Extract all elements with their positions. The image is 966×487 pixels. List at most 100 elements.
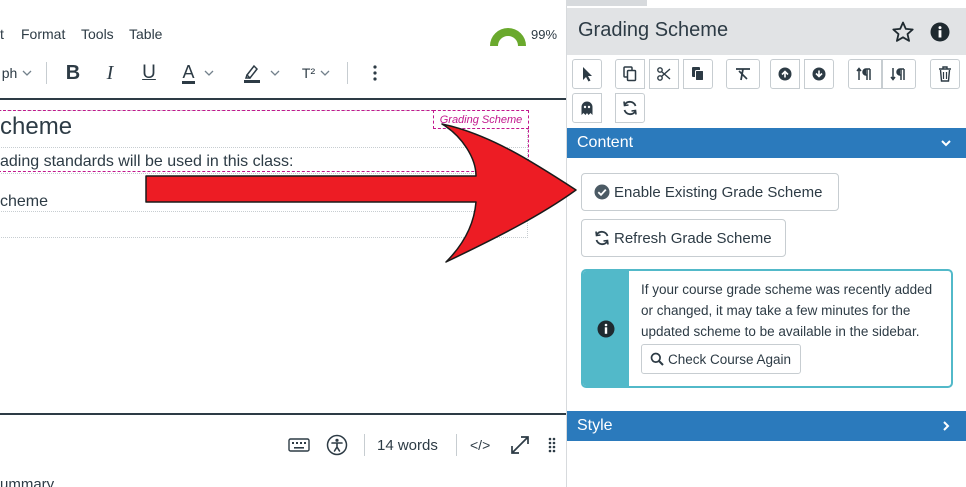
document-paragraph[interactable]: ading standards will be used in this cla… — [0, 153, 294, 171]
info-icon — [597, 320, 615, 337]
fullscreen-button[interactable] — [509, 430, 533, 460]
copy-button[interactable] — [615, 59, 645, 89]
style-section-header[interactable]: Style — [567, 411, 966, 441]
insert-paragraph-after-button[interactable] — [882, 59, 916, 89]
highlight-icon — [243, 64, 260, 83]
html-editor-toggle[interactable]: </> — [470, 430, 490, 460]
sidebar-title: Grading Scheme — [578, 19, 729, 41]
fullscreen-icon — [511, 436, 529, 454]
clear-formatting-button[interactable] — [726, 59, 760, 89]
italic-icon: I — [106, 61, 114, 84]
copy-icon — [623, 66, 637, 82]
document-scheme-line[interactable]: cheme — [0, 193, 48, 211]
block-format-dropdown[interactable]: ph — [0, 58, 34, 88]
hide-block-button[interactable] — [572, 93, 602, 123]
refresh-grade-scheme-button[interactable]: Refresh Grade Scheme — [581, 219, 786, 257]
more-icon — [373, 65, 377, 81]
content-section-header[interactable]: Content — [567, 128, 966, 158]
underline-button[interactable]: U — [138, 58, 160, 88]
menu-format[interactable]: Format — [21, 26, 65, 42]
check-circle-icon — [594, 184, 610, 200]
move-down-button[interactable] — [804, 59, 834, 89]
statusbar-divider — [456, 434, 457, 456]
paragraph-divider — [0, 173, 528, 174]
delete-icon — [939, 66, 951, 82]
move-down-icon — [812, 67, 826, 81]
toolbar-divider — [46, 62, 47, 84]
cut-icon — [657, 67, 671, 81]
refresh-block-button[interactable] — [615, 93, 645, 123]
cut-button[interactable] — [649, 59, 679, 89]
highlight-color-button[interactable] — [238, 58, 284, 88]
summary-label: ummary — [0, 476, 55, 487]
pointer-icon — [583, 67, 592, 82]
bold-button[interactable]: B — [62, 58, 84, 88]
block-info-button[interactable] — [928, 20, 952, 44]
notice-icon-strip — [583, 271, 629, 386]
paragraph-divider — [0, 211, 528, 212]
paste-button[interactable] — [683, 59, 713, 89]
insert-paragraph-before-button[interactable] — [848, 59, 882, 89]
block-sidebar: Grading Scheme Content Enable Existing G… — [566, 0, 966, 487]
refresh-grade-scheme-label: Refresh Grade Scheme — [614, 229, 772, 247]
star-icon — [892, 21, 914, 42]
text-color-icon: A — [182, 61, 195, 84]
favorite-button[interactable] — [890, 19, 916, 45]
enable-grade-scheme-button[interactable]: Enable Existing Grade Scheme — [581, 173, 839, 211]
accessibility-checker-button[interactable] — [326, 430, 350, 460]
word-count: 14 words — [377, 436, 438, 454]
paragraph-divider — [0, 147, 528, 148]
content-section-label: Content — [577, 134, 634, 151]
keyboard-shortcuts-button[interactable] — [288, 430, 312, 460]
block-type-tag-label: Grading Scheme — [439, 113, 523, 126]
superscript-button[interactable]: T² — [296, 58, 336, 88]
bold-icon: B — [65, 61, 81, 84]
editor-bottom-border — [0, 413, 566, 415]
accessibility-score-percent: 99% — [531, 27, 558, 42]
sidebar-tab[interactable] — [567, 0, 647, 6]
block-type-tag: Grading Scheme — [433, 110, 529, 129]
delete-block-button[interactable] — [930, 59, 960, 89]
move-up-button[interactable] — [770, 59, 800, 89]
italic-button[interactable]: I — [100, 58, 120, 88]
chevron-down-icon — [941, 140, 951, 147]
enable-grade-scheme-label: Enable Existing Grade Scheme — [614, 183, 823, 201]
menu-tools[interactable]: Tools — [81, 26, 114, 42]
chevron-down-icon — [270, 70, 279, 76]
menu-edit[interactable]: t — [0, 26, 4, 42]
underline-icon: U — [142, 62, 156, 83]
editor-toolbar: ph B I U A T² — [0, 58, 566, 88]
notice-text: If your course grade scheme was recently… — [641, 282, 933, 339]
chevron-down-icon — [22, 70, 32, 76]
menu-table[interactable]: Table — [129, 26, 162, 42]
ghost-icon — [581, 101, 593, 115]
text-color-button[interactable]: A — [175, 58, 221, 88]
style-section-label: Style — [577, 417, 613, 434]
toolbar-divider — [347, 62, 348, 84]
search-icon — [650, 352, 664, 366]
keyboard-icon — [288, 438, 310, 452]
insert-after-icon — [890, 68, 905, 81]
insert-before-icon — [856, 67, 871, 80]
chevron-down-icon — [320, 70, 330, 76]
drag-handle-icon — [548, 437, 556, 453]
block-format-label: ph — [1, 65, 18, 81]
accessibility-score-gauge[interactable] — [490, 26, 526, 46]
accessibility-icon — [326, 434, 348, 456]
document-heading[interactable]: cheme — [0, 113, 72, 141]
chevron-right-icon — [943, 421, 950, 431]
superscript-icon: T² — [301, 65, 316, 81]
app-window: t Format Tools Table 99% ph B I U A T² G… — [0, 0, 966, 487]
move-up-icon — [778, 67, 792, 81]
select-block-button[interactable] — [572, 59, 602, 89]
resize-handle[interactable] — [548, 430, 558, 460]
statusbar-divider — [364, 434, 365, 456]
paste-icon — [692, 67, 704, 81]
grade-scheme-notice: If your course grade scheme was recently… — [581, 269, 953, 388]
refresh-icon — [623, 100, 637, 116]
chevron-down-icon — [204, 70, 213, 76]
check-course-again-button[interactable]: Check Course Again — [641, 344, 802, 374]
info-icon — [930, 22, 950, 42]
more-options-button[interactable] — [366, 58, 384, 88]
check-course-again-label: Check Course Again — [668, 351, 792, 367]
